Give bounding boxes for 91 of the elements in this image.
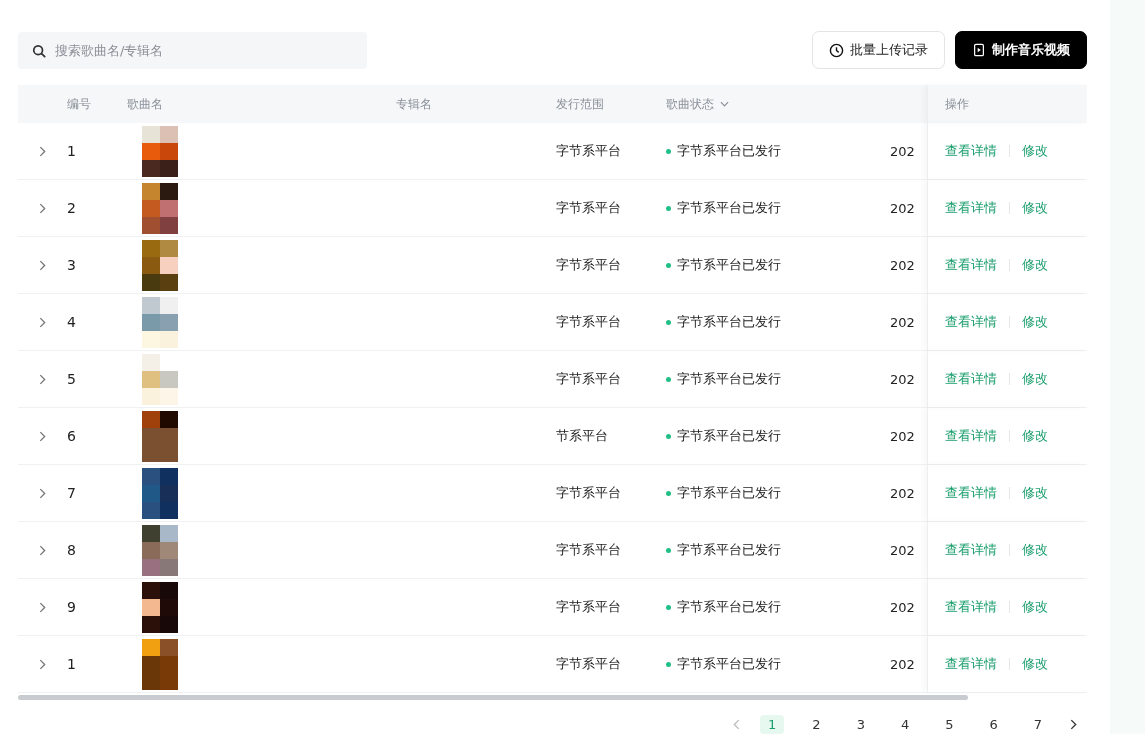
scrollbar-thumb[interactable] bbox=[18, 695, 968, 700]
row-number: 1 bbox=[67, 656, 76, 672]
date-cell: 202 bbox=[890, 656, 915, 672]
expand-icon[interactable] bbox=[39, 430, 46, 442]
action-link[interactable]: 修改 bbox=[1022, 427, 1048, 445]
action-link[interactable]: 查看详情 bbox=[945, 370, 997, 388]
date-cell: 202 bbox=[890, 428, 915, 444]
action-link[interactable]: 修改 bbox=[1022, 142, 1048, 160]
expand-icon[interactable] bbox=[39, 601, 46, 613]
status-text: 字节系平台已发行 bbox=[677, 313, 781, 331]
expand-icon[interactable] bbox=[39, 202, 46, 214]
table-cell: 字节系平台 bbox=[556, 313, 621, 331]
page-button[interactable]: 2 bbox=[804, 715, 829, 734]
status-text: 字节系平台已发行 bbox=[677, 370, 781, 388]
date-cell: 202 bbox=[890, 314, 915, 330]
video-icon bbox=[972, 43, 987, 57]
status-text: 字节系平台已发行 bbox=[677, 199, 781, 217]
table-cell: 字节系平台 bbox=[556, 142, 621, 160]
action-link[interactable]: 修改 bbox=[1022, 655, 1048, 673]
action-button[interactable]: 批量上传记录 bbox=[812, 31, 946, 69]
column-header: 操作 bbox=[945, 95, 969, 113]
search-field[interactable]: 搜索歌曲名/专辑名 bbox=[18, 31, 367, 69]
action-link[interactable]: 修改 bbox=[1022, 313, 1048, 331]
chevron-down-icon[interactable] bbox=[720, 101, 729, 107]
row-number: 1 bbox=[67, 143, 76, 159]
action-link[interactable]: 修改 bbox=[1022, 598, 1048, 616]
date-cell: 202 bbox=[890, 257, 915, 273]
row-number: 9 bbox=[67, 599, 76, 615]
status-text: 字节系平台已发行 bbox=[677, 598, 781, 616]
page-button[interactable]: 4 bbox=[892, 715, 918, 734]
page-button[interactable]: 7 bbox=[1025, 715, 1051, 734]
expand-icon[interactable] bbox=[39, 145, 46, 157]
action-link[interactable]: 查看详情 bbox=[945, 598, 997, 616]
column-header: 歌曲状态 bbox=[666, 95, 714, 113]
action-link[interactable]: 查看详情 bbox=[945, 541, 997, 559]
row-number: 8 bbox=[67, 542, 76, 558]
action-link[interactable]: 修改 bbox=[1022, 484, 1048, 502]
row-number: 5 bbox=[67, 371, 76, 387]
table-cell: 字节系平台 bbox=[556, 541, 621, 559]
expand-icon[interactable] bbox=[39, 373, 46, 385]
table-cell: 字节系平台 bbox=[556, 655, 621, 673]
action-link[interactable]: 查看详情 bbox=[945, 484, 997, 502]
column-header: 编号 bbox=[67, 95, 91, 113]
status-text: 字节系平台已发行 bbox=[677, 142, 781, 160]
action-link[interactable]: 修改 bbox=[1022, 541, 1048, 559]
expand-icon[interactable] bbox=[39, 658, 46, 670]
table-cell: 字节系平台 bbox=[556, 484, 621, 502]
expand-icon[interactable] bbox=[39, 544, 46, 556]
table-cell: 节系平台 bbox=[556, 427, 608, 445]
page-button[interactable]: 6 bbox=[981, 715, 1006, 734]
action-link[interactable]: 修改 bbox=[1022, 370, 1048, 388]
action-link[interactable]: 修改 bbox=[1022, 199, 1048, 217]
action-link[interactable]: 修改 bbox=[1022, 256, 1048, 274]
clock-icon bbox=[829, 42, 845, 58]
table-cell: 字节系平台 bbox=[556, 598, 621, 616]
action-button[interactable]: 制作音乐视频 bbox=[955, 31, 1088, 69]
action-link[interactable]: 查看详情 bbox=[945, 313, 997, 331]
date-cell: 202 bbox=[890, 200, 915, 216]
row-number: 6 bbox=[67, 428, 76, 444]
table-cell: 字节系平台 bbox=[556, 199, 621, 217]
status-text: 字节系平台已发行 bbox=[677, 655, 781, 673]
table-cell: 字节系平台 bbox=[556, 370, 621, 388]
column-header: 专辑名 bbox=[396, 95, 432, 113]
page-button[interactable]: 3 bbox=[848, 715, 873, 734]
status-text: 字节系平台已发行 bbox=[677, 484, 781, 502]
status-text: 字节系平台已发行 bbox=[677, 256, 781, 274]
action-link[interactable]: 查看详情 bbox=[945, 199, 997, 217]
table-cell: 字节系平台 bbox=[556, 256, 621, 274]
column-header: 发行范围 bbox=[556, 95, 604, 113]
row-number: 2 bbox=[67, 200, 76, 216]
date-cell: 202 bbox=[890, 371, 915, 387]
row-number: 3 bbox=[67, 257, 76, 273]
date-cell: 202 bbox=[890, 485, 915, 501]
page-button[interactable]: 1 bbox=[760, 715, 785, 734]
expand-icon[interactable] bbox=[39, 259, 46, 271]
status-text: 字节系平台已发行 bbox=[677, 427, 781, 445]
action-link[interactable]: 查看详情 bbox=[945, 142, 997, 160]
row-number: 7 bbox=[67, 485, 76, 501]
action-link[interactable]: 查看详情 bbox=[945, 427, 997, 445]
status-text: 字节系平台已发行 bbox=[677, 541, 781, 559]
date-cell: 202 bbox=[890, 143, 915, 159]
column-header: 歌曲名 bbox=[127, 95, 163, 113]
date-cell: 202 bbox=[890, 542, 915, 558]
expand-icon[interactable] bbox=[39, 487, 46, 499]
action-link[interactable]: 查看详情 bbox=[945, 655, 997, 673]
expand-icon[interactable] bbox=[39, 316, 46, 328]
page-button[interactable]: 5 bbox=[937, 715, 962, 734]
action-link[interactable]: 查看详情 bbox=[945, 256, 997, 274]
row-number: 4 bbox=[67, 314, 76, 330]
next-icon[interactable] bbox=[1070, 719, 1078, 730]
date-cell: 202 bbox=[890, 599, 915, 615]
